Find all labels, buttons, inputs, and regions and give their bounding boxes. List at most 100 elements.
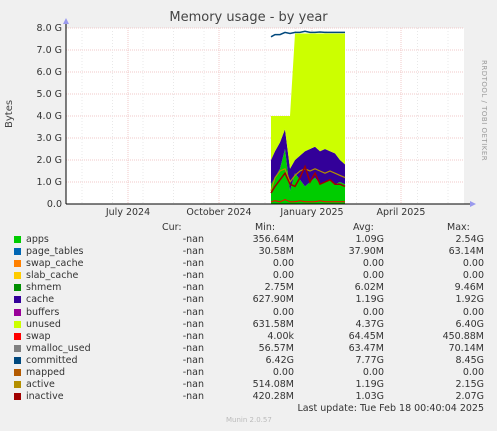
legend-swatch [14,344,21,352]
legend-swatch [14,320,21,328]
legend-min: 56.57M [258,342,294,354]
legend-swatch [14,296,21,304]
legend-avg: 64.45M [348,330,384,342]
legend-cur: -nan [182,246,204,258]
legend-cur: -nan [182,342,204,354]
legend-min: 627.90M [252,294,294,306]
x-tick-label: April 2025 [377,207,426,218]
legend-swatch [14,393,21,401]
legend-max: 9.46M [454,282,484,294]
legend-min: 30.58M [258,246,294,258]
legend-avg: 0.00 [362,258,384,270]
y-tick-label: 4.0 G [37,111,63,122]
legend-avg: 37.90M [348,246,384,258]
legend-max: 450.88M [442,330,484,342]
legend-swatch [14,236,21,243]
legend-min: 631.58M [252,318,294,330]
header-cur: Cur: [162,222,182,233]
legend-avg: 1.09G [355,234,384,245]
legend-name: swap [26,330,51,342]
legend-name: slab_cache [26,270,79,282]
legend-min: 514.08M [252,379,294,391]
x-tick-label: January 2025 [279,207,343,218]
legend-avg: 1.03G [355,391,384,403]
legend-cur: -nan [182,391,204,403]
y-tick-label: 6.0 G [37,67,63,78]
legend-name: cache [26,294,55,306]
legend-avg: 6.02M [354,282,384,294]
legend-min: 420.28M [252,391,294,403]
legend-min: 0.00 [272,258,294,270]
legend-min: 0.00 [272,270,294,282]
legend-avg: 0.00 [362,306,384,318]
legend-cur: -nan [182,330,204,342]
legend-max: 0.00 [462,258,484,270]
x-tick-label: October 2024 [186,207,251,218]
y-tick-labels: 0.0 1.0 G 2.0 G 3.0 G 4.0 G 5.0 G 6.0 G 7.0 G 8.… [37,23,63,210]
x-tick-labels: July 2024 October 2024 January 2025 April 2… [105,207,426,218]
legend-max: 2.07G [455,391,484,403]
legend-swatch [14,369,21,377]
legend-max: 0.00 [462,270,484,282]
legend-min: 0.00 [272,367,294,379]
legend-avg: 7.77G [355,354,384,366]
legend-name: page_tables [26,246,84,258]
x-axis-arrow [470,201,476,207]
legend-cur: -nan [182,234,204,245]
legend-min: 0.00 [272,306,294,318]
header-min: Min: [255,222,276,233]
legend-min: 4.00k [267,330,294,342]
legend-name: committed [26,354,78,366]
legend-min: 6.42G [265,354,294,366]
legend-cur: -nan [182,354,204,366]
legend-cur: -nan [182,282,204,294]
legend-swatch [14,248,21,256]
legend-max: 2.15G [455,379,484,391]
legend-avg: 63.47M [348,342,384,354]
legend-avg: 0.00 [362,367,384,379]
x-tick-label: July 2024 [105,207,150,218]
munin-version: Munin 2.0.57 [226,416,272,424]
legend-name: shmem [26,282,62,294]
y-tick-label: 0.0 [47,199,62,210]
legend-min: 356.64M [252,234,294,245]
legend-avg: 1.19G [355,379,384,391]
legend-cur: -nan [182,306,204,318]
legend-max: 6.40G [455,318,484,330]
legend-max: 8.45G [455,354,484,366]
legend-max: 70.14M [448,342,484,354]
legend-name: swap_cache [26,258,84,270]
legend-avg: 0.00 [362,270,384,282]
legend-max: 63.14M [448,246,484,258]
legend-name: mapped [26,367,66,379]
legend-swatch [14,260,21,268]
legend-name: vmalloc_used [26,342,91,354]
y-axis-arrow [63,18,69,24]
legend-swatch [14,308,21,316]
y-tick-label: 2.0 G [37,155,63,166]
y-tick-label: 5.0 G [37,89,63,100]
legend-name: active [26,379,55,391]
legend-cur: -nan [182,379,204,391]
legend-max: 0.00 [462,367,484,379]
header-max: Max: [447,222,470,233]
legend-name: inactive [26,391,64,403]
legend-max: 1.92G [455,294,484,306]
chart-plot: 0.0 1.0 G 2.0 G 3.0 G 4.0 G 5.0 G 6.0 G 7.0 G 8.… [37,18,476,218]
legend-cur: -nan [182,367,204,379]
legend-max: 2.54G [455,234,484,245]
y-tick-label: 7.0 G [37,45,63,56]
legend-name: apps [26,234,49,245]
last-update: Last update: Tue Feb 18 00:40:04 2025 [297,403,484,414]
legend-avg: 1.19G [355,294,384,306]
y-tick-label: 8.0 G [37,23,63,34]
legend-cur: -nan [182,294,204,306]
legend-swatch [14,356,21,364]
legend-avg: 4.37G [355,318,384,330]
legend-min: 2.75M [264,282,294,294]
legend-swatch [14,284,21,292]
legend-name: buffers [26,306,60,318]
legend-swatch [14,272,21,280]
legend-swatch [14,381,21,389]
legend-cur: -nan [182,258,204,270]
